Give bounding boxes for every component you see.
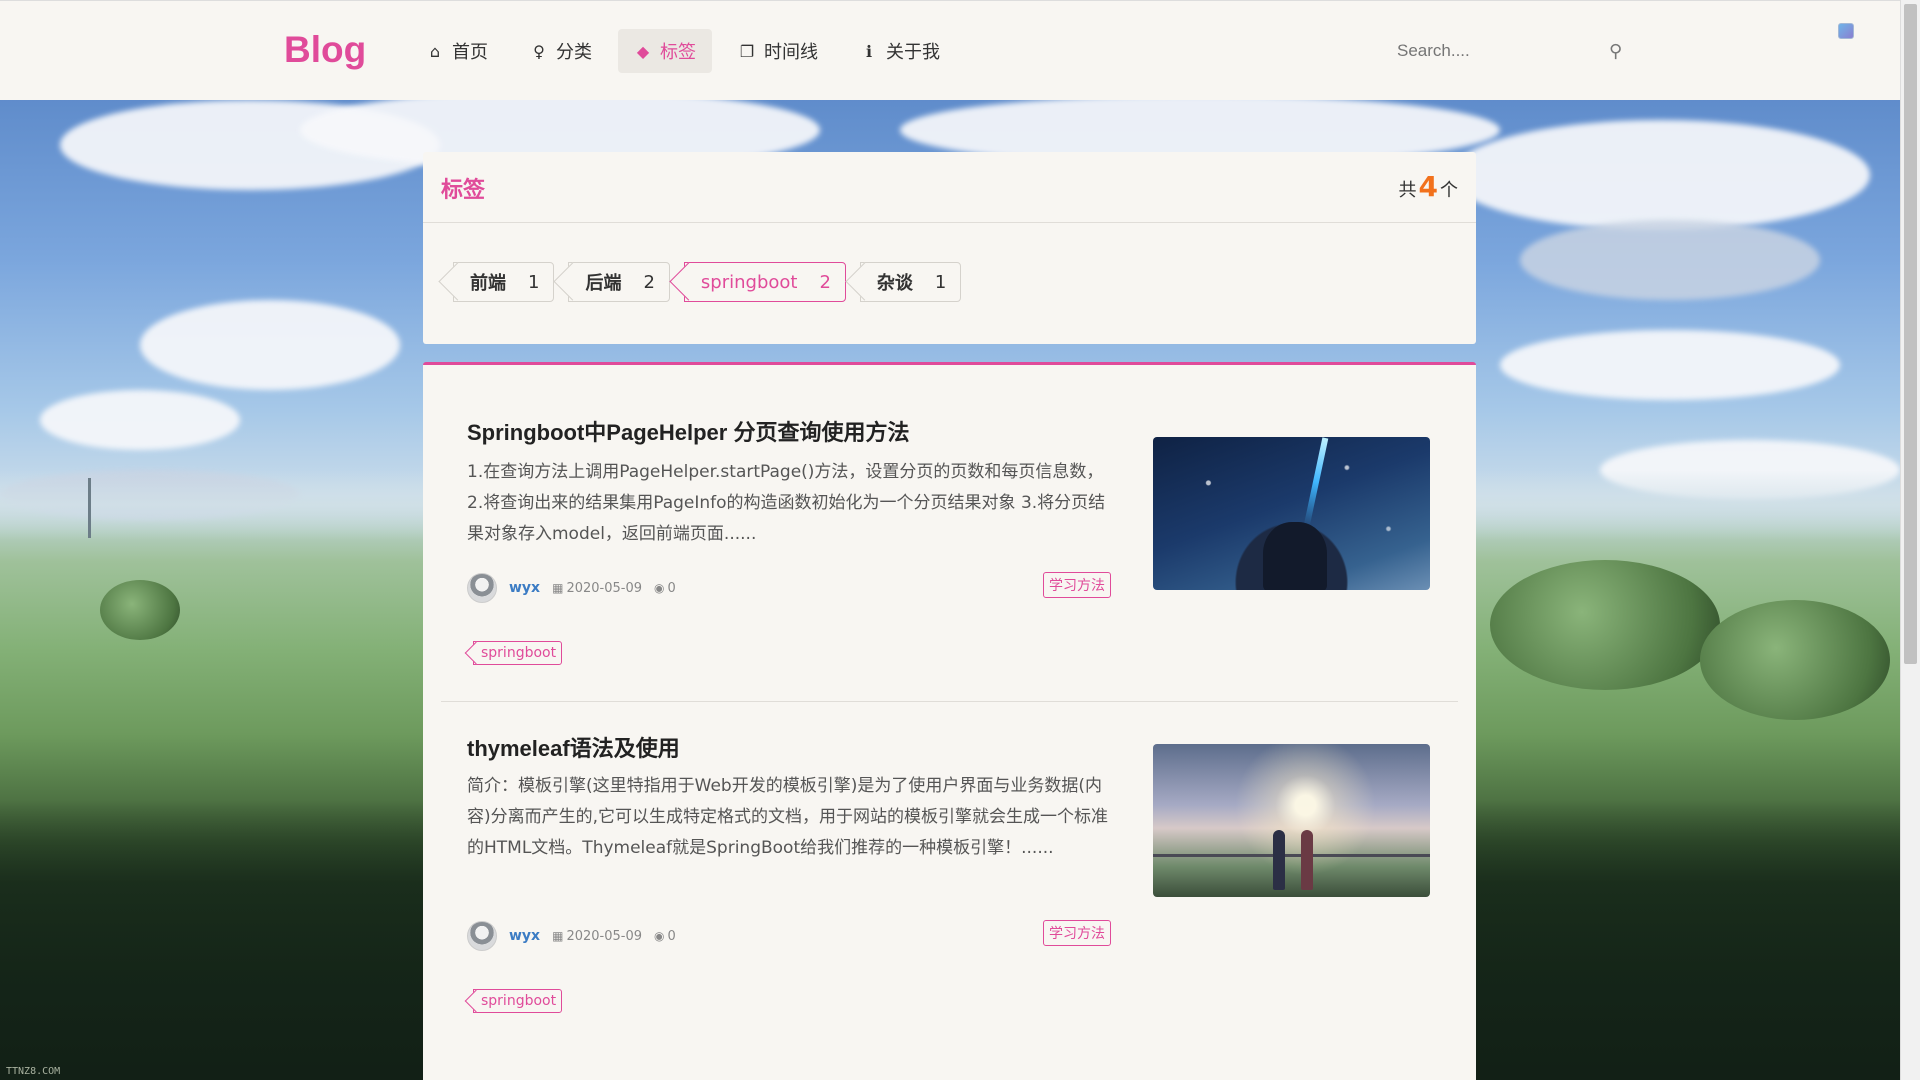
article-views: ◉ 0 <box>654 581 676 596</box>
article-date: ▦ 2020-05-09 <box>552 581 642 596</box>
author-name[interactable]: wyx <box>509 580 540 596</box>
tag-panel: 标签 共 4 个 前端 1 后端 2 springboot 2 杂谈 1 <box>423 152 1476 344</box>
date-text: 2020-05-09 <box>566 580 642 596</box>
article-tag[interactable]: springboot <box>473 989 563 1013</box>
tag-total-suffix: 个 <box>1440 180 1458 201</box>
watermark: TTNZ8.COM <box>6 1066 61 1077</box>
eye-icon: ◉ <box>654 928 665 943</box>
list-item: Springboot中PageHelper 分页查询使用方法 1.在查询方法上调… <box>441 365 1458 702</box>
tag-list: 前端 1 后端 2 springboot 2 杂谈 1 <box>453 262 962 302</box>
author-name[interactable]: wyx <box>509 928 540 944</box>
nav-timeline[interactable]: ❐ 时间线 <box>722 29 834 73</box>
article-date: ▦ 2020-05-09 <box>552 929 642 944</box>
tag-total-number: 4 <box>1418 170 1438 203</box>
calendar-icon: ▦ <box>552 928 564 943</box>
nav-about-label: 关于我 <box>886 42 940 63</box>
home-icon: ⌂ <box>429 41 441 61</box>
eye-icon: ◉ <box>654 580 665 595</box>
tag-name: 杂谈 <box>876 273 913 294</box>
article-list: Springboot中PageHelper 分页查询使用方法 1.在查询方法上调… <box>423 362 1476 1080</box>
article-meta: wyx ▦ 2020-05-09 ◉ 0 <box>467 573 676 603</box>
list-item: thymeleaf语法及使用 简介：模板引擎(这里特指用于Web开发的模板引擎)… <box>441 701 1458 1061</box>
category-text: 学习方法 <box>1049 578 1105 594</box>
date-text: 2020-05-09 <box>566 928 642 944</box>
article-tag[interactable]: springboot <box>473 641 563 665</box>
calendar-icon: ▦ <box>552 580 564 595</box>
category-text: 学习方法 <box>1049 926 1105 942</box>
article-tag-text: springboot <box>481 645 557 661</box>
top-navbar: Blog ⌂ 首页 ♀ 分类 ◆ 标签 ❐ 时间线 ℹ 关于我 ⚲ <box>0 0 1900 100</box>
nav-about[interactable]: ℹ 关于我 <box>844 29 956 73</box>
scrollbar-thumb[interactable] <box>1904 4 1917 664</box>
tag-count: 2 <box>819 271 831 293</box>
nav-home[interactable]: ⌂ 首页 <box>410 29 504 73</box>
info-icon: ℹ <box>865 41 873 61</box>
tag-count: 1 <box>934 271 947 293</box>
page-title: 标签 <box>441 178 486 203</box>
main-nav: ⌂ 首页 ♀ 分类 ◆ 标签 ❐ 时间线 ℹ 关于我 <box>410 29 956 73</box>
search-box: ⚲ <box>1395 35 1645 67</box>
article-title[interactable]: thymeleaf语法及使用 <box>467 731 680 763</box>
site-logo[interactable]: Blog <box>284 29 366 71</box>
article-thumbnail[interactable] <box>1153 437 1430 590</box>
browser-extension-icon[interactable] <box>1838 23 1854 39</box>
page-scrollbar[interactable] <box>1900 0 1920 1080</box>
search-icon[interactable]: ⚲ <box>1609 41 1622 62</box>
avatar <box>467 573 497 603</box>
tag-name: springboot <box>700 271 798 293</box>
tag-name: 后端 <box>585 273 622 294</box>
tag-name: 前端 <box>470 273 506 294</box>
nav-timeline-label: 时间线 <box>764 42 818 63</box>
tag-count: 1 <box>528 271 540 293</box>
views-count: 0 <box>667 580 676 596</box>
article-title[interactable]: Springboot中PageHelper 分页查询使用方法 <box>467 415 909 447</box>
tag-panel-header: 标签 共 4 个 <box>423 152 1476 223</box>
nav-categories[interactable]: ♀ 分类 <box>514 29 608 73</box>
article-tag-text: springboot <box>481 993 557 1009</box>
category-label[interactable]: 学习方法 <box>1043 572 1111 598</box>
nav-tags[interactable]: ◆ 标签 <box>618 29 712 73</box>
tags-icon: ◆ <box>636 41 650 61</box>
tag-chip-backend[interactable]: 后端 2 <box>568 262 670 302</box>
nav-home-label: 首页 <box>452 42 488 63</box>
search-input[interactable] <box>1395 40 1609 62</box>
tag-total-prefix: 共 <box>1398 180 1417 201</box>
nav-categories-label: 分类 <box>556 42 592 63</box>
tag-total: 共 4 个 <box>1399 170 1458 203</box>
tag-chip-frontend[interactable]: 前端 1 <box>453 262 555 302</box>
tag-chip-misc[interactable]: 杂谈 1 <box>859 262 962 302</box>
article-thumbnail[interactable] <box>1153 744 1430 897</box>
clone-icon: ❐ <box>739 41 755 61</box>
article-meta: wyx ▦ 2020-05-09 ◉ 0 <box>467 921 676 951</box>
lightbulb-icon: ♀ <box>533 41 545 61</box>
tag-count: 2 <box>643 271 655 293</box>
article-views: ◉ 0 <box>654 929 676 944</box>
tag-chip-springboot[interactable]: springboot 2 <box>683 262 846 302</box>
avatar <box>467 921 497 951</box>
nav-tags-label: 标签 <box>660 42 696 63</box>
article-summary: 简介：模板引擎(这里特指用于Web开发的模板引擎)是为了使用户界面与业务数据(内… <box>467 776 1109 858</box>
category-label[interactable]: 学习方法 <box>1043 920 1111 946</box>
views-count: 0 <box>667 928 676 944</box>
article-summary: 1.在查询方法上调用PageHelper.startPage()方法，设置分页的… <box>467 462 1106 544</box>
